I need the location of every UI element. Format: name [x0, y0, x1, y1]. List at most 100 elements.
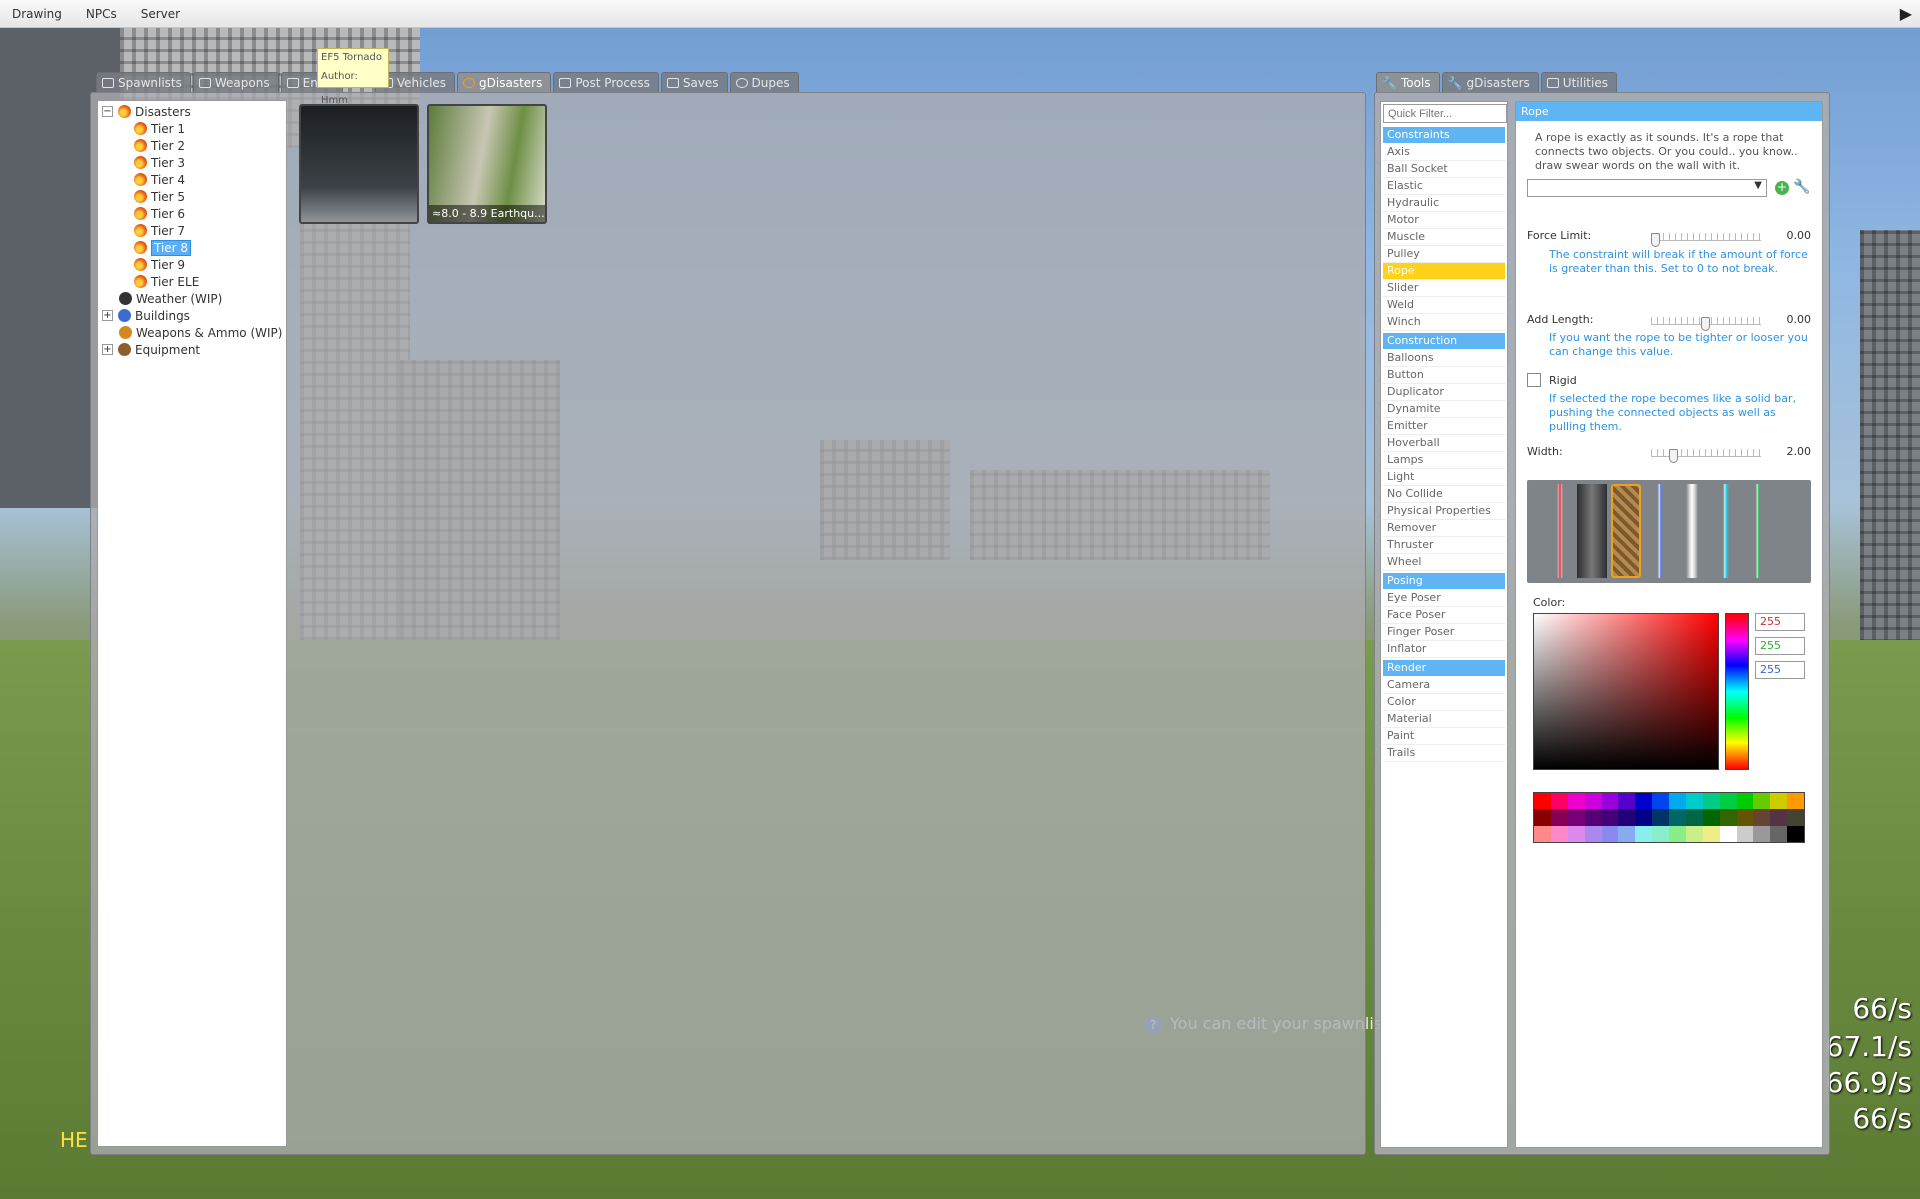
tool-list-item[interactable]: Face Poser — [1383, 607, 1505, 624]
color-swatch[interactable] — [1702, 825, 1720, 842]
tab-gdisasters[interactable]: gDisasters — [457, 72, 552, 92]
tool-list-item[interactable]: Hoverball — [1383, 435, 1505, 452]
material-option[interactable] — [1743, 484, 1773, 578]
tree-node-tier[interactable]: Tier 6 — [98, 205, 286, 222]
arrow-right-icon[interactable]: ▶ — [1900, 4, 1912, 23]
tool-list-item[interactable]: No Collide — [1383, 486, 1505, 503]
color-swatch[interactable] — [1550, 793, 1568, 810]
tool-list-item[interactable]: Lamps — [1383, 452, 1505, 469]
width-slider[interactable]: Width: 2.00 — [1527, 445, 1811, 463]
tab-post-process[interactable]: Post Process — [553, 72, 659, 92]
tree-node-tier[interactable]: Tier 2 — [98, 137, 286, 154]
collapse-icon[interactable]: − — [102, 106, 113, 117]
color-swatch[interactable] — [1635, 825, 1653, 842]
tree-node-tier[interactable]: Tier 8 — [98, 239, 286, 256]
tab-tools[interactable]: 🔧 Tools — [1376, 72, 1440, 92]
color-swatch[interactable] — [1702, 809, 1720, 826]
tree-node-tier[interactable]: Tier ELE — [98, 273, 286, 290]
slider-knob[interactable] — [1701, 317, 1710, 331]
tool-list-item[interactable]: Duplicator — [1383, 384, 1505, 401]
color-swatch[interactable] — [1618, 793, 1636, 810]
color-picker-square[interactable] — [1533, 613, 1719, 770]
color-swatch[interactable] — [1770, 809, 1788, 826]
color-swatch[interactable] — [1601, 809, 1619, 826]
tool-list-item[interactable]: Pulley — [1383, 246, 1505, 263]
tool-list-item[interactable]: Ball Socket — [1383, 161, 1505, 178]
tool-list-item[interactable]: Axis — [1383, 144, 1505, 161]
tool-list-item[interactable]: Finger Poser — [1383, 624, 1505, 641]
color-swatch[interactable] — [1601, 793, 1619, 810]
color-swatch[interactable] — [1702, 793, 1720, 810]
tool-list-item[interactable]: Color — [1383, 694, 1505, 711]
slider-value[interactable]: 0.00 — [1787, 229, 1812, 242]
color-swatch[interactable] — [1534, 793, 1551, 810]
color-swatch[interactable] — [1584, 809, 1602, 826]
tool-list-item[interactable]: Motor — [1383, 212, 1505, 229]
tool-list-item[interactable]: Elastic — [1383, 178, 1505, 195]
tool-list-item[interactable]: Trails — [1383, 745, 1505, 762]
green-value-input[interactable]: 255 — [1755, 637, 1805, 655]
color-swatch[interactable] — [1685, 825, 1703, 842]
slider-knob[interactable] — [1651, 233, 1660, 247]
color-swatch[interactable] — [1753, 793, 1771, 810]
color-swatch[interactable] — [1719, 809, 1737, 826]
tool-list-item[interactable]: Button — [1383, 367, 1505, 384]
tool-list-item[interactable]: Camera — [1383, 677, 1505, 694]
tab-utilities[interactable]: Utilities — [1540, 72, 1617, 92]
color-swatch[interactable] — [1770, 793, 1788, 810]
rigid-checkbox[interactable] — [1527, 373, 1541, 387]
color-swatch[interactable] — [1669, 793, 1686, 810]
expand-icon[interactable]: + — [102, 310, 113, 321]
material-option[interactable] — [1677, 484, 1707, 578]
tab-dupes[interactable]: Dupes — [729, 72, 799, 92]
tree-node-tier[interactable]: Tier 5 — [98, 188, 286, 205]
tool-category-header[interactable]: Render — [1383, 660, 1505, 676]
color-swatch[interactable] — [1685, 793, 1703, 810]
tool-list-item[interactable]: Rope — [1383, 263, 1505, 280]
tool-list-item[interactable]: Emitter — [1383, 418, 1505, 435]
color-swatch[interactable] — [1534, 809, 1551, 826]
tool-list-item[interactable]: Eye Poser — [1383, 590, 1505, 607]
menu-npcs[interactable]: NPCs — [74, 7, 129, 21]
color-swatch[interactable] — [1584, 825, 1602, 842]
tool-list-item[interactable]: Inflator — [1383, 641, 1505, 658]
red-value-input[interactable]: 255 — [1755, 613, 1805, 631]
tree-node-buildings[interactable]: + Buildings — [98, 307, 286, 324]
color-swatch[interactable] — [1567, 809, 1585, 826]
menu-drawing[interactable]: Drawing — [0, 7, 74, 21]
color-swatch[interactable] — [1652, 793, 1669, 810]
tree-node-equipment[interactable]: + Equipment — [98, 341, 286, 358]
tool-category-header[interactable]: Constraints — [1383, 127, 1505, 143]
tab-gdisasters-tools[interactable]: 🔧 gDisasters — [1441, 72, 1539, 92]
tool-list-item[interactable]: Weld — [1383, 297, 1505, 314]
color-swatch[interactable] — [1685, 809, 1703, 826]
tool-list-item[interactable]: Muscle — [1383, 229, 1505, 246]
color-swatch[interactable] — [1534, 825, 1551, 842]
color-swatch[interactable] — [1618, 809, 1636, 826]
color-swatch[interactable] — [1753, 825, 1771, 842]
tab-weapons[interactable]: Weapons — [192, 72, 279, 92]
spawn-icon-earthquake[interactable]: ≈8.0 - 8.9 Earthqu... — [427, 104, 547, 224]
slider-value[interactable]: 0.00 — [1787, 313, 1812, 326]
tool-list-item[interactable]: Wheel — [1383, 554, 1505, 571]
tool-list-item[interactable]: Light — [1383, 469, 1505, 486]
color-swatch[interactable] — [1669, 825, 1686, 842]
color-swatch[interactable] — [1736, 809, 1754, 826]
preset-dropdown[interactable]: ▼ — [1527, 179, 1767, 197]
slider-track[interactable] — [1651, 233, 1761, 247]
color-hue-bar[interactable] — [1725, 613, 1749, 770]
material-option[interactable] — [1577, 484, 1607, 578]
color-swatch[interactable] — [1584, 793, 1602, 810]
color-swatch[interactable] — [1550, 825, 1568, 842]
material-option[interactable] — [1645, 484, 1675, 578]
color-swatch[interactable] — [1601, 825, 1619, 842]
tree-node-tier[interactable]: Tier 3 — [98, 154, 286, 171]
tool-list-item[interactable]: Hydraulic — [1383, 195, 1505, 212]
material-option-selected[interactable] — [1611, 484, 1641, 578]
color-swatch[interactable] — [1787, 809, 1804, 826]
color-swatch[interactable] — [1635, 809, 1653, 826]
color-swatch[interactable] — [1753, 809, 1771, 826]
color-swatch[interactable] — [1787, 825, 1804, 842]
tool-list-item[interactable]: Balloons — [1383, 350, 1505, 367]
tree-node-tier[interactable]: Tier 9 — [98, 256, 286, 273]
